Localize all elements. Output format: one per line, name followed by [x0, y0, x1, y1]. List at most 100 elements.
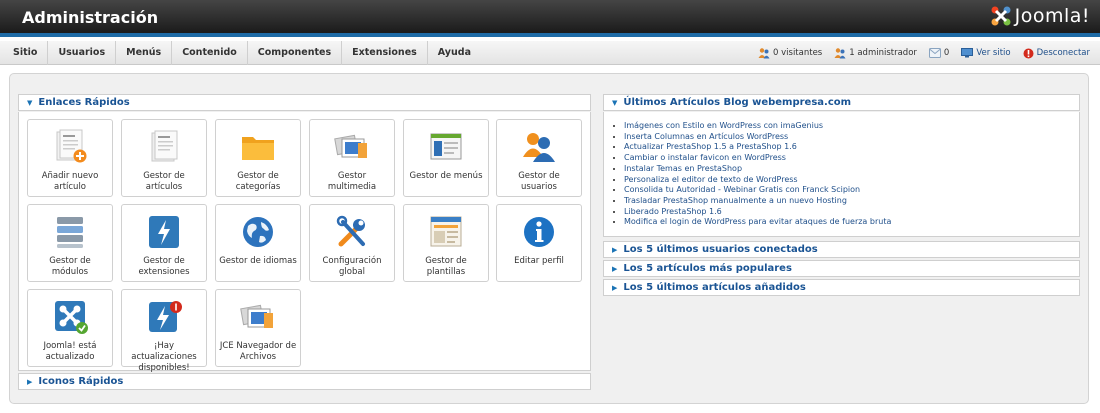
menu-componentes[interactable]: Componentes — [248, 41, 343, 65]
tile-languages[interactable]: Gestor de idiomas — [215, 204, 301, 282]
tile-users[interactable]: Gestor de usuarios — [496, 119, 582, 197]
menu-ayuda[interactable]: Ayuda — [428, 41, 481, 65]
menu-sitio[interactable]: Sitio — [3, 41, 49, 65]
tile-media[interactable]: Gestor multimedia — [309, 119, 395, 197]
logout-icon — [1023, 48, 1034, 58]
tile-add-article[interactable]: Añadir nuevo artículo — [27, 119, 113, 197]
menu-menus[interactable]: Menús — [116, 41, 173, 65]
messages-count: 0 — [943, 48, 950, 58]
tile-articles[interactable]: Gestor de artículos — [121, 119, 207, 197]
articles-icon — [151, 130, 178, 162]
last-users-title: Los 5 últimos usuarios conectados — [623, 244, 818, 255]
expand-arrow-icon: ▶ — [612, 283, 618, 292]
blog-article-link[interactable]: Cambiar o instalar favicon en WordPress — [624, 153, 891, 164]
quick-links-header[interactable]: ▼ Enlaces Rápidos — [18, 94, 591, 111]
extensions-icon — [149, 216, 179, 248]
tile-label: Editar perfil — [514, 256, 564, 266]
add-article-icon — [56, 129, 87, 163]
quick-icons-title: Iconos Rápidos — [38, 376, 124, 387]
blog-panel-title: Últimos Artículos Blog webempresa.com — [623, 97, 852, 108]
visitors-count: 0 visitantes — [773, 48, 823, 58]
blog-article-link[interactable]: Inserta Columnas en Artículos WordPress — [624, 132, 891, 143]
admins-status: 1 administrador — [834, 47, 917, 59]
updates-icon — [149, 301, 182, 332]
messages-icon — [928, 48, 941, 58]
tile-label: Gestor de usuarios — [518, 171, 560, 192]
joomla-logo-icon — [991, 6, 1011, 26]
quick-links-panel: Añadir nuevo artículo Gestor de artículo… — [18, 112, 591, 373]
tile-label: JCE Navegador de Archivos — [219, 341, 297, 362]
page-title: Administración — [22, 8, 159, 27]
popular-articles-title: Los 5 artículos más populares — [623, 263, 792, 274]
blog-panel: Imágenes con Estilo en WordPress con ima… — [603, 112, 1080, 237]
tile-edit-profile[interactable]: Editar perfil — [496, 204, 582, 282]
tile-global-config[interactable]: Configuración global — [309, 204, 395, 282]
tile-label: Gestor de idiomas — [219, 256, 297, 266]
popular-articles-panel-header[interactable]: ▶ Los 5 artículos más populares — [603, 260, 1080, 277]
collapse-arrow-icon: ▼ — [27, 98, 33, 107]
tile-label: ¡Hay actualizaciones disponibles! — [131, 341, 197, 373]
expand-arrow-icon: ▶ — [612, 264, 618, 273]
admins-count: 1 administrador — [849, 48, 917, 58]
tile-joomla-updated[interactable]: Joomla! está actualizado — [27, 289, 113, 367]
tile-menus[interactable]: Gestor de menús — [403, 119, 489, 197]
joomla-logo[interactable]: Joomla! — [990, 5, 1090, 27]
templates-icon — [430, 216, 462, 247]
view-site-link[interactable]: Ver sitio — [961, 48, 1011, 58]
header-bar: Administración Joomla! — [0, 0, 1100, 37]
monitor-icon — [961, 48, 974, 58]
tile-label: Gestor de categorías — [235, 171, 281, 192]
blog-panel-header[interactable]: ▼ Últimos Artículos Blog webempresa.com — [603, 94, 1080, 111]
tile-label: Joomla! está actualizado — [43, 341, 97, 362]
visitors-icon — [758, 48, 770, 59]
tile-updates-available[interactable]: ¡Hay actualizaciones disponibles! — [121, 289, 207, 373]
globe-icon — [243, 217, 273, 247]
joomla-updated-icon — [55, 301, 88, 334]
users-icon — [523, 133, 555, 162]
menu-usuarios[interactable]: Usuarios — [48, 41, 117, 65]
blog-article-link[interactable]: Liberado PrestaShop 1.6 — [624, 207, 891, 218]
tile-label: Gestor de extensiones — [138, 256, 190, 277]
tile-jce-file-browser[interactable]: JCE Navegador de Archivos — [215, 289, 301, 367]
info-icon — [524, 217, 554, 247]
blog-article-link[interactable]: Imágenes con Estilo en WordPress con ima… — [624, 121, 891, 132]
blog-article-link[interactable]: Instalar Temas en PrestaShop — [624, 164, 891, 175]
tile-label: Añadir nuevo artículo — [41, 171, 99, 192]
tile-modules[interactable]: Gestor de módulos — [27, 204, 113, 282]
tile-templates[interactable]: Gestor de plantillas — [403, 204, 489, 282]
tile-label: Gestor de plantillas — [425, 256, 467, 277]
tools-icon — [336, 215, 365, 247]
tile-extensions[interactable]: Gestor de extensiones — [121, 204, 207, 282]
media-icon — [334, 134, 367, 158]
menu-extensiones[interactable]: Extensiones — [342, 41, 428, 65]
folder-icon — [242, 137, 274, 160]
messages-status[interactable]: 0 — [928, 48, 950, 58]
modules-icon — [57, 217, 83, 248]
logout-link[interactable]: Desconectar — [1023, 48, 1090, 59]
admin-user-icon — [834, 48, 846, 59]
tile-label: Configuración global — [322, 256, 382, 277]
tile-label: Gestor de artículos — [143, 171, 185, 192]
blog-article-link[interactable]: Modifica el login de WordPress para evit… — [624, 217, 891, 228]
expand-arrow-icon: ▶ — [612, 245, 618, 254]
last-users-panel-header[interactable]: ▶ Los 5 últimos usuarios conectados — [603, 241, 1080, 258]
tile-categories[interactable]: Gestor de categorías — [215, 119, 301, 197]
latest-articles-panel-header[interactable]: ▶ Los 5 últimos artículos añadidos — [603, 279, 1080, 296]
blog-article-link[interactable]: Consolida tu Autoridad - Webinar Gratis … — [624, 185, 891, 196]
menu-bar: Sitio Usuarios Menús Contenido Component… — [0, 41, 1100, 65]
joomla-wordmark: Joomla! — [1014, 5, 1090, 27]
tile-label: Gestor de menús — [409, 171, 483, 181]
blog-article-link[interactable]: Actualizar PrestaShop 1.5 a PrestaShop 1… — [624, 142, 891, 153]
main-menu: Sitio Usuarios Menús Contenido Component… — [3, 41, 481, 65]
collapse-arrow-icon: ▼ — [612, 98, 618, 107]
tile-label: Gestor de módulos — [49, 256, 91, 277]
menu-icon — [430, 133, 462, 160]
menu-contenido[interactable]: Contenido — [172, 41, 248, 65]
logout-label: Desconectar — [1036, 48, 1090, 58]
blog-article-link[interactable]: Trasladar PrestaShop manualmente a un nu… — [624, 196, 891, 207]
tile-label: Gestor multimedia — [327, 171, 377, 192]
quick-icons-header[interactable]: ▶ Iconos Rápidos — [18, 373, 591, 390]
quick-links-title: Enlaces Rápidos — [38, 97, 130, 108]
expand-arrow-icon: ▶ — [27, 377, 33, 386]
blog-article-link[interactable]: Personaliza el editor de texto de WordPr… — [624, 175, 891, 186]
